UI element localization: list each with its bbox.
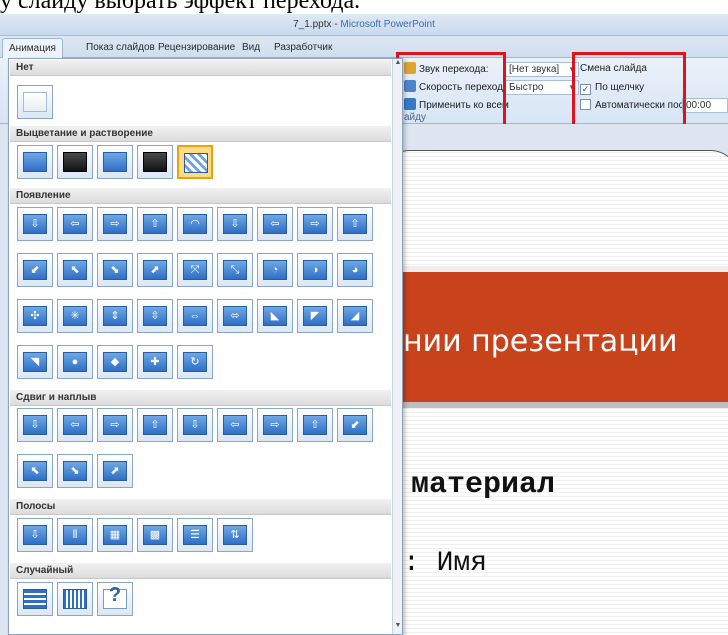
transition-cover-left-up[interactable]: ⬉ [17,454,53,488]
transition-wedge[interactable]: ◠ [177,207,213,241]
transition-uncover-right-up[interactable]: ⬈ [137,253,173,287]
section-header-wipes: Появление [10,188,391,204]
transition-box-out[interactable]: ⤡ [217,253,253,287]
transition-strips-left-down[interactable]: ◣ [257,299,293,333]
transition-uncover-up[interactable]: ⇧ [337,207,373,241]
tab-review[interactable]: Рецензирование [152,38,241,58]
section-header-push-cover: Сдвиг и наплыв [10,390,391,406]
transition-uncover-left[interactable]: ⇦ [257,207,293,241]
transitions-gallery: Нет Выцветание и растворение Появление ⇩… [8,58,403,635]
transition-push-right[interactable]: ⇨ [97,408,133,442]
section-header-stripes: Полосы [10,499,391,515]
transition-blinds-horizontal[interactable]: ⇩ [17,518,53,552]
tab-animation[interactable]: Анимация [2,38,63,58]
transition-checkerboard-across[interactable]: ▦ [97,518,133,552]
window-title-bar: 7_1.pptx - Microsoft PowerPoint [0,14,728,36]
transition-dissolve[interactable] [177,145,213,179]
transition-comb-horizontal[interactable]: ☰ [177,518,213,552]
question-mark-icon: ? [108,584,122,606]
transition-none[interactable] [17,85,53,119]
slide-subtitle-text[interactable]: материал [411,468,555,502]
transition-uncover-left-up[interactable]: ⬉ [57,253,93,287]
transition-uncover-down[interactable]: ⇩ [217,207,253,241]
transition-cut[interactable] [97,145,133,179]
transition-cover-down[interactable]: ⇩ [177,408,213,442]
gallery-scrollbar[interactable]: ▲ ▼ [392,59,402,634]
transition-fade-smoothly[interactable] [17,145,53,179]
transition-wipe-down[interactable]: ⇩ [17,207,53,241]
transition-checkerboard-down[interactable]: ▩ [137,518,173,552]
section-grid-random: ? [17,582,373,616]
transition-box-in[interactable]: ⤧ [177,253,213,287]
transition-split-vertical-in[interactable]: ⇔ [177,299,213,333]
transition-strips-left-up[interactable]: ◤ [297,299,333,333]
transition-plus[interactable]: ✚ [137,345,173,379]
transition-speed-select[interactable]: Быстро ▼ [505,80,579,95]
transition-diamond[interactable]: ◆ [97,345,133,379]
slide-title-text[interactable]: нии презентации [403,324,678,359]
section-header-fades: Выцветание и растворение [10,126,391,142]
transition-cover-right-down[interactable]: ⬊ [57,454,93,488]
highlight-box-advance [572,52,686,128]
transition-random-bars-vertical[interactable] [57,582,93,616]
window-file-name: 7_1.pptx [293,19,332,30]
transition-strips-right-down[interactable]: ◢ [337,299,373,333]
transition-random-bars-horizontal[interactable] [17,582,53,616]
tab-view[interactable]: Вид [236,38,266,58]
transition-push-left[interactable]: ⇦ [57,408,93,442]
transition-random[interactable]: ? [97,582,133,616]
section-grid-stripes: ⇩ ⦀ ▦ ▩ ☰ ⇅ [17,518,373,552]
transition-cover-left-down[interactable]: ⬋ [337,408,373,442]
transition-wipe-left[interactable]: ⇦ [57,207,93,241]
tab-slide-show[interactable]: Показ слайдов [80,38,161,58]
transition-blinds-vertical[interactable]: ⦀ [57,518,93,552]
transition-push-up[interactable]: ⇧ [137,408,173,442]
transition-fade-through-black[interactable] [57,145,93,179]
scroll-down-icon[interactable]: ▼ [393,622,403,634]
slide-author-text[interactable]: : Имя [403,548,487,579]
tab-developer[interactable]: Разработчик [268,38,338,58]
transition-wheel-3[interactable]: ◕ [337,253,373,287]
transition-comb-vertical[interactable]: ⇅ [217,518,253,552]
transition-strips-right-up[interactable]: ◥ [17,345,53,379]
auto-after-time-input[interactable]: 00:00 [682,98,728,113]
section-grid-fades [17,145,373,179]
transition-wheel-4[interactable]: ✣ [17,299,53,333]
transition-wipe-up[interactable]: ⇧ [137,207,173,241]
transition-wheel-2[interactable]: ◑ [297,253,333,287]
transition-wheel-1[interactable]: ◔ [257,253,293,287]
document-caption: у слайду выбрать эффект перехода. [0,0,361,14]
section-header-random: Случайный [10,563,391,579]
transition-cover-up[interactable]: ⇧ [297,408,333,442]
transition-cut-through-black[interactable] [137,145,173,179]
section-grid-push-cover: ⇩ ⇦ ⇨ ⇧ ⇩ ⇦ ⇨ ⇧ ⬋ ⬉ ⬊ ⬈ [17,408,373,488]
transition-uncover-right[interactable]: ⇨ [297,207,333,241]
transition-wipe-right[interactable]: ⇨ [97,207,133,241]
transition-cover-right[interactable]: ⇨ [257,408,293,442]
highlight-box-transition [396,52,506,128]
section-grid-wipes: ⇩ ⇦ ⇨ ⇧ ◠ ⇩ ⇦ ⇨ ⇧ ⬋ ⬉ ⬊ ⬈ ⤧ ⤡ ◔ ◑ ◕ ✣ ✳ … [17,207,373,379]
transition-wheel-8[interactable]: ✳ [57,299,93,333]
section-header-none: Нет [10,60,391,76]
section-grid-none [17,85,373,119]
transition-newsflash[interactable]: ↻ [177,345,213,379]
window-app-name: Microsoft PowerPoint [340,19,435,30]
transition-split-horizontal-out[interactable]: ⇳ [137,299,173,333]
transition-push-down[interactable]: ⇩ [17,408,53,442]
transition-split-vertical-out[interactable]: ⬄ [217,299,253,333]
transition-uncover-right-down[interactable]: ⬊ [97,253,133,287]
transition-cover-left[interactable]: ⇦ [217,408,253,442]
transition-sound-select[interactable]: [Нет звука] ▼ [505,62,579,77]
transition-split-horizontal-in[interactable]: ⇕ [97,299,133,333]
transition-uncover-left-down[interactable]: ⬋ [17,253,53,287]
transition-cover-right-up[interactable]: ⬈ [97,454,133,488]
scroll-up-icon[interactable]: ▲ [393,59,403,71]
transition-circle[interactable]: ● [57,345,93,379]
